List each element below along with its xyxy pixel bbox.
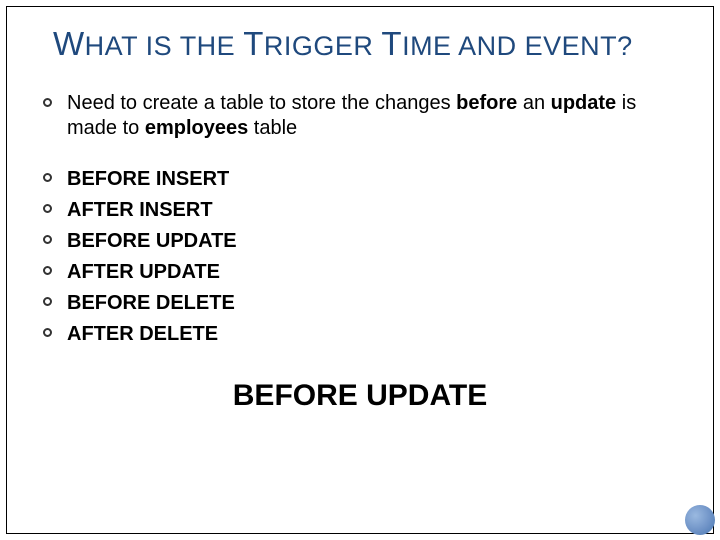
option-item: AFTER DELETE [41, 322, 679, 347]
option-item: BEFORE UPDATE [41, 229, 679, 254]
decorative-sphere-icon [685, 505, 715, 535]
slide-content: Need to create a table to store the chan… [7, 63, 713, 415]
options-list: BEFORE INSERT AFTER INSERT BEFORE UPDATE AF… [41, 167, 679, 347]
bullet-list: Need to create a table to store the chan… [41, 91, 679, 347]
options-container: BEFORE INSERT AFTER INSERT BEFORE UPDATE AF… [41, 167, 679, 347]
option-item: BEFORE INSERT [41, 167, 679, 192]
option-item: BEFORE DELETE [41, 291, 679, 316]
option-item: AFTER UPDATE [41, 260, 679, 285]
slide-frame: WHAT IS THE TRIGGER TIME AND EVENT? Need… [6, 6, 714, 534]
slide-title: WHAT IS THE TRIGGER TIME AND EVENT? [7, 7, 713, 63]
intro-bullet: Need to create a table to store the chan… [41, 91, 679, 141]
option-item: AFTER INSERT [41, 198, 679, 223]
answer-text: BEFORE UPDATE [41, 377, 679, 415]
